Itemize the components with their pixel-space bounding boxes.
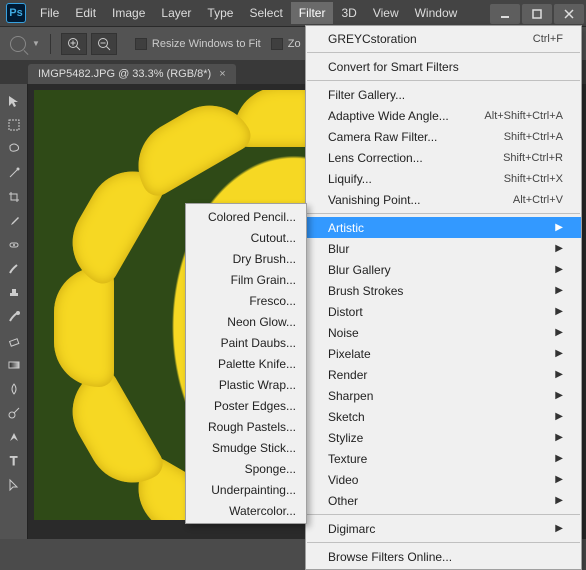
menu-view[interactable]: View xyxy=(365,2,407,24)
artistic-cutout-[interactable]: Cutout... xyxy=(186,227,306,248)
filter-item-vanishing-point-[interactable]: Vanishing Point...Alt+Ctrl+V xyxy=(306,189,581,210)
filter-category-blur-gallery[interactable]: Blur Gallery▶ xyxy=(306,259,581,280)
filter-item-liquify-[interactable]: Liquify...Shift+Ctrl+X xyxy=(306,168,581,189)
menu-layer[interactable]: Layer xyxy=(153,2,199,24)
titlebar: Ps FileEditImageLayerTypeSelectFilter3DV… xyxy=(0,0,586,26)
tool-heal[interactable] xyxy=(3,234,25,256)
menubar: FileEditImageLayerTypeSelectFilter3DView… xyxy=(32,2,465,24)
resize-windows-checkbox[interactable]: Resize Windows to Fit xyxy=(135,38,261,50)
filter-category-sharpen[interactable]: Sharpen▶ xyxy=(306,385,581,406)
close-button[interactable] xyxy=(554,4,584,24)
zoom-tool-icon xyxy=(10,36,26,52)
tool-move[interactable] xyxy=(3,90,25,112)
menu-image[interactable]: Image xyxy=(104,2,153,24)
filter-item-filter-gallery-[interactable]: Filter Gallery... xyxy=(306,84,581,105)
artistic-fresco-[interactable]: Fresco... xyxy=(186,290,306,311)
menu-select[interactable]: Select xyxy=(241,2,290,24)
artistic-rough-pastels-[interactable]: Rough Pastels... xyxy=(186,416,306,437)
filter-category-video[interactable]: Video▶ xyxy=(306,469,581,490)
tool-brush[interactable] xyxy=(3,258,25,280)
filter-category-render[interactable]: Render▶ xyxy=(306,364,581,385)
filter-digimarc[interactable]: Digimarc▶ xyxy=(306,518,581,539)
tool-blur[interactable] xyxy=(3,378,25,400)
tool-type[interactable]: T xyxy=(3,450,25,472)
filter-category-other[interactable]: Other▶ xyxy=(306,490,581,511)
zoom-out-button[interactable] xyxy=(91,33,117,55)
tool-lasso[interactable] xyxy=(3,138,25,160)
tool-history[interactable] xyxy=(3,306,25,328)
filter-category-sketch[interactable]: Sketch▶ xyxy=(306,406,581,427)
resize-windows-label: Resize Windows to Fit xyxy=(152,38,261,50)
filter-category-pixelate[interactable]: Pixelate▶ xyxy=(306,343,581,364)
menu-file[interactable]: File xyxy=(32,2,67,24)
artistic-plastic-wrap-[interactable]: Plastic Wrap... xyxy=(186,374,306,395)
artistic-poster-edges-[interactable]: Poster Edges... xyxy=(186,395,306,416)
artistic-underpainting-[interactable]: Underpainting... xyxy=(186,479,306,500)
maximize-button[interactable] xyxy=(522,4,552,24)
filter-category-blur[interactable]: Blur▶ xyxy=(306,238,581,259)
tools-panel: T xyxy=(0,84,28,539)
artistic-dry-brush-[interactable]: Dry Brush... xyxy=(186,248,306,269)
document-tab-title: IMGP5482.JPG @ 33.3% (RGB/8*) xyxy=(38,68,211,80)
tool-dodge[interactable] xyxy=(3,402,25,424)
filter-convert-smart[interactable]: Convert for Smart Filters xyxy=(306,56,581,77)
tool-pen[interactable] xyxy=(3,426,25,448)
tool-wand[interactable] xyxy=(3,162,25,184)
minimize-button[interactable] xyxy=(490,4,520,24)
filter-item-camera-raw-filter-[interactable]: Camera Raw Filter...Shift+Ctrl+A xyxy=(306,126,581,147)
menu-3d[interactable]: 3D xyxy=(333,2,364,24)
tool-marquee[interactable] xyxy=(3,114,25,136)
menu-type[interactable]: Type xyxy=(199,2,241,24)
artistic-smudge-stick-[interactable]: Smudge Stick... xyxy=(186,437,306,458)
filter-category-artistic[interactable]: Artistic▶ xyxy=(306,217,581,238)
menu-edit[interactable]: Edit xyxy=(67,2,104,24)
filter-category-stylize[interactable]: Stylize▶ xyxy=(306,427,581,448)
window-controls xyxy=(490,2,586,24)
zoom-all-label: Zo xyxy=(288,38,301,50)
artistic-film-grain-[interactable]: Film Grain... xyxy=(186,269,306,290)
menu-filter[interactable]: Filter xyxy=(291,2,334,24)
svg-text:T: T xyxy=(10,454,18,468)
tool-eyedropper[interactable] xyxy=(3,210,25,232)
filter-main-group: Filter Gallery...Adaptive Wide Angle...A… xyxy=(306,84,581,210)
artistic-neon-glow-[interactable]: Neon Glow... xyxy=(186,311,306,332)
filter-item-adaptive-wide-angle-[interactable]: Adaptive Wide Angle...Alt+Shift+Ctrl+A xyxy=(306,105,581,126)
document-tab[interactable]: IMGP5482.JPG @ 33.3% (RGB/8*) × xyxy=(28,64,236,84)
artistic-submenu: Colored Pencil...Cutout...Dry Brush...Fi… xyxy=(185,203,307,524)
tool-stamp[interactable] xyxy=(3,282,25,304)
artistic-colored-pencil-[interactable]: Colored Pencil... xyxy=(186,206,306,227)
filter-item-lens-correction-[interactable]: Lens Correction...Shift+Ctrl+R xyxy=(306,147,581,168)
app-logo: Ps xyxy=(6,3,26,23)
artistic-palette-knife-[interactable]: Palette Knife... xyxy=(186,353,306,374)
zoom-in-button[interactable] xyxy=(61,33,87,55)
artistic-watercolor-[interactable]: Watercolor... xyxy=(186,500,306,521)
tab-close-icon[interactable]: × xyxy=(219,68,225,80)
tool-dropdown-arrow[interactable]: ▼ xyxy=(32,39,40,48)
tool-crop[interactable] xyxy=(3,186,25,208)
filter-browse-online[interactable]: Browse Filters Online... xyxy=(306,546,581,567)
filter-categories-group: Artistic▶Blur▶Blur Gallery▶Brush Strokes… xyxy=(306,217,581,511)
filter-category-distort[interactable]: Distort▶ xyxy=(306,301,581,322)
filter-category-texture[interactable]: Texture▶ xyxy=(306,448,581,469)
filter-last[interactable]: GREYCstoration Ctrl+F xyxy=(306,28,581,49)
tool-gradient[interactable] xyxy=(3,354,25,376)
filter-menu: GREYCstoration Ctrl+F Convert for Smart … xyxy=(305,25,582,570)
filter-category-brush-strokes[interactable]: Brush Strokes▶ xyxy=(306,280,581,301)
artistic-sponge-[interactable]: Sponge... xyxy=(186,458,306,479)
tool-eraser[interactable] xyxy=(3,330,25,352)
tool-path[interactable] xyxy=(3,474,25,496)
menu-window[interactable]: Window xyxy=(407,2,466,24)
filter-category-noise[interactable]: Noise▶ xyxy=(306,322,581,343)
artistic-paint-daubs-[interactable]: Paint Daubs... xyxy=(186,332,306,353)
zoom-all-checkbox[interactable]: Zo xyxy=(271,38,301,50)
